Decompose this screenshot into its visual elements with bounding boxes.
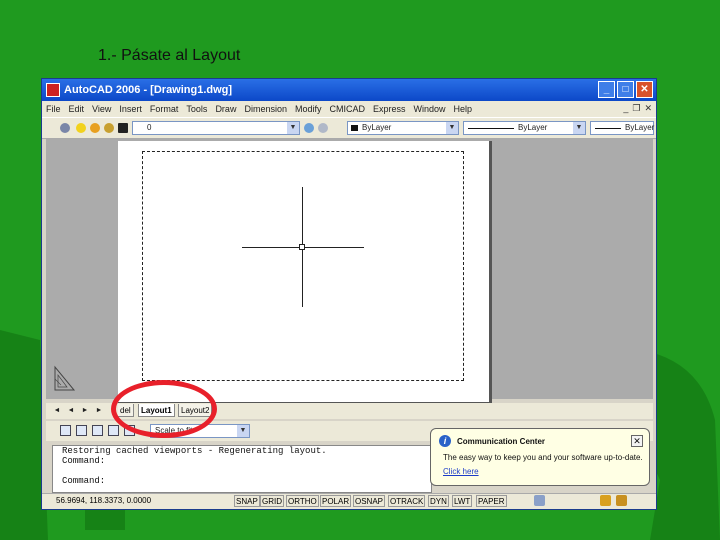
lock-icon[interactable] [104, 123, 114, 133]
balloon-message: The easy way to keep you and your softwa… [443, 453, 643, 462]
crosshair-pickbox [299, 244, 305, 250]
coordinate-readout: 56.9694, 118.3373, 0.0000 [56, 496, 152, 505]
freeze-sun-icon[interactable] [90, 123, 100, 133]
next-tab-arrow-icon[interactable]: ► [80, 406, 90, 416]
chevron-down-icon: ▼ [237, 425, 249, 437]
communication-center-balloon: i Communication Center ✕ The easy way to… [430, 428, 650, 486]
info-icon: i [439, 435, 451, 447]
linetype-preview [468, 128, 514, 129]
toolbar-lock-icon[interactable] [616, 495, 627, 506]
color-swatch-icon [351, 125, 358, 131]
balloon-close-button[interactable]: ✕ [631, 435, 643, 447]
color-value: ByLayer [362, 123, 392, 132]
make-current-layer-icon[interactable] [304, 123, 314, 133]
slide-title: 1.- Pásate al Layout [98, 47, 241, 64]
snap-toggle[interactable]: SNAP [234, 495, 260, 507]
chevron-down-icon: ▼ [573, 122, 585, 134]
last-tab-arrow-icon[interactable]: ► [94, 406, 104, 416]
tray-settings-icon[interactable] [534, 495, 545, 506]
window-title: AutoCAD 2006 - [Drawing1.dwg] [64, 84, 233, 96]
comm-center-icon[interactable] [600, 495, 611, 506]
document-window-controls: _ ❐ ✕ [623, 103, 652, 114]
maximize-button[interactable]: □ [617, 81, 634, 98]
menu-view[interactable]: View [88, 104, 115, 114]
balloon-title: Communication Center [457, 437, 546, 446]
menu-help[interactable]: Help [450, 104, 477, 114]
command-window[interactable]: Restoring cached viewports - Regeneratin… [52, 445, 432, 493]
viewport-dialog-icon[interactable] [60, 425, 71, 436]
title-bar: AutoCAD 2006 - [Drawing1.dwg] _ □ ✕ [42, 79, 656, 101]
paper-model-toggle[interactable]: PAPER [476, 495, 507, 507]
printable-area-border [142, 151, 464, 381]
close-button[interactable]: ✕ [636, 81, 653, 98]
osnap-toggle[interactable]: OSNAP [353, 495, 386, 507]
menu-format[interactable]: Format [146, 104, 183, 114]
menu-file[interactable]: File [42, 104, 65, 114]
doc-close-button[interactable]: ✕ [644, 103, 652, 114]
window-controls: _ □ ✕ [598, 81, 653, 98]
polar-toggle[interactable]: POLAR [320, 495, 352, 507]
otrack-toggle[interactable]: OTRACK [388, 495, 426, 507]
lineweight-value: ByLayer [625, 123, 655, 132]
grid-toggle[interactable]: GRID [260, 495, 284, 507]
command-prompt: Command: [62, 476, 106, 486]
menu-dimension[interactable]: Dimension [240, 104, 291, 114]
chevron-down-icon: ▼ [446, 122, 458, 134]
lineweight-preview [595, 128, 621, 129]
autocad-app-icon [46, 83, 60, 97]
layer-value: 0 [147, 123, 152, 132]
highlight-circle [111, 380, 217, 438]
layer-dropdown[interactable]: 0 ▼ [132, 121, 300, 135]
command-line: Restoring cached viewports - Regeneratin… [62, 446, 327, 456]
first-tab-arrow-icon[interactable]: ◄ [52, 406, 62, 416]
command-line: Command: [62, 456, 106, 466]
layer-previous-icon[interactable] [318, 123, 328, 133]
ucs-paper-space-icon [54, 365, 76, 391]
menu-express[interactable]: Express [369, 104, 410, 114]
lwt-toggle[interactable]: LWT [452, 495, 473, 507]
layout-paper-sheet[interactable] [118, 141, 492, 405]
menu-insert[interactable]: Insert [115, 104, 146, 114]
dyn-toggle[interactable]: DYN [428, 495, 449, 507]
doc-minimize-button[interactable]: _ [623, 103, 628, 114]
doc-restore-button[interactable]: ❐ [632, 103, 640, 114]
menu-modify[interactable]: Modify [291, 104, 326, 114]
menu-window[interactable]: Window [410, 104, 450, 114]
polygonal-viewport-icon[interactable] [92, 425, 103, 436]
single-viewport-icon[interactable] [76, 425, 87, 436]
lineweight-dropdown[interactable]: ByLayer [590, 121, 654, 135]
chevron-down-icon: ▼ [287, 122, 299, 134]
menu-edit[interactable]: Edit [65, 104, 89, 114]
prev-tab-arrow-icon[interactable]: ◄ [66, 406, 76, 416]
menu-tools[interactable]: Tools [182, 104, 211, 114]
layer-color-icon[interactable] [118, 123, 128, 133]
layer-manager-icon[interactable] [60, 123, 70, 133]
linetype-value: ByLayer [518, 123, 548, 132]
menu-draw[interactable]: Draw [211, 104, 240, 114]
minimize-button[interactable]: _ [598, 81, 615, 98]
click-here-link[interactable]: Click here [443, 467, 479, 476]
color-dropdown[interactable]: ByLayer ▼ [347, 121, 459, 135]
linetype-dropdown[interactable]: ByLayer ▼ [463, 121, 586, 135]
ortho-toggle[interactable]: ORTHO [286, 495, 319, 507]
command-line: ​ [62, 466, 431, 476]
menu-bar: File Edit View Insert Format Tools Draw … [42, 101, 656, 117]
convert-object-viewport-icon[interactable] [108, 425, 119, 436]
layer-on-bulb-icon[interactable] [76, 123, 86, 133]
status-bar: 56.9694, 118.3373, 0.0000 SNAP GRID ORTH… [42, 493, 656, 509]
menu-cmicad[interactable]: CMICAD [326, 104, 370, 114]
layers-properties-toolbar: 0 ▼ ByLayer ▼ ByLayer ▼ ByLayer [42, 117, 656, 139]
